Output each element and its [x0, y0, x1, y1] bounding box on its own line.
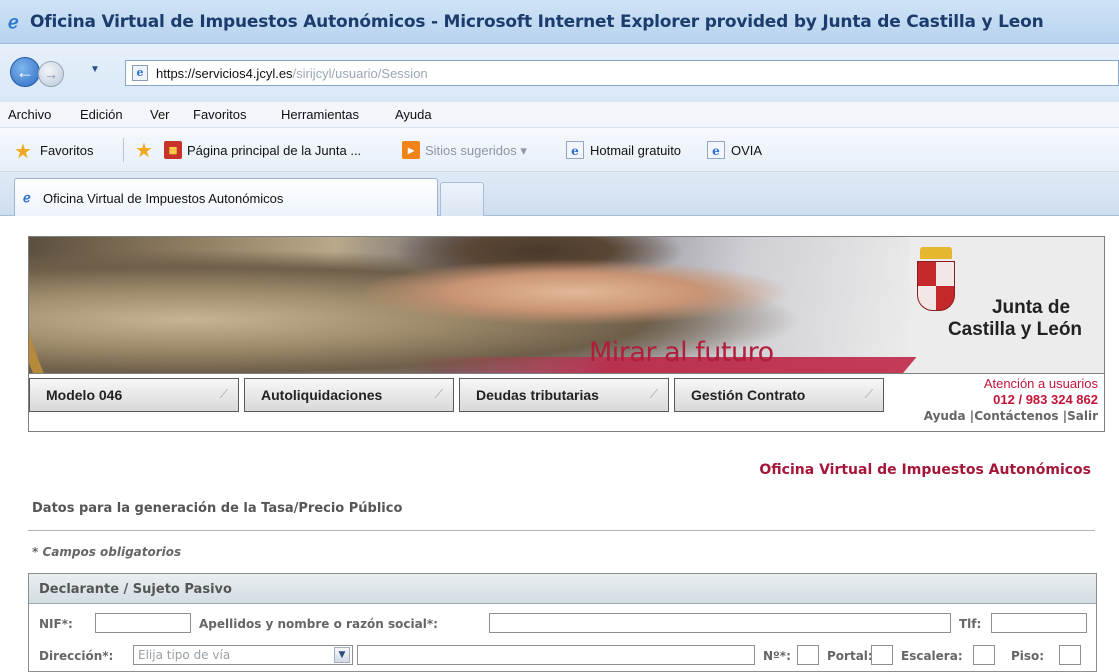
arrow-icon: ⟋ — [434, 387, 443, 401]
declarant-section: Declarante / Sujeto Pasivo NIF*: Apellid… — [28, 573, 1097, 672]
number-label: Nº*: — [763, 649, 791, 663]
tab-label: Oficina Virtual de Impuestos Autonómicos — [43, 191, 284, 206]
junta-icon: ▦ — [164, 141, 182, 159]
main-nav: Modelo 046 ⟋ Autoliquidaciones ⟋ Deudas tr… — [28, 374, 1105, 432]
ie-page-icon: e — [707, 141, 725, 159]
back-button[interactable]: ← — [10, 57, 40, 87]
arrow-icon: ⟋ — [864, 387, 873, 401]
recent-pages-dropdown[interactable]: ▼ — [90, 64, 100, 75]
nif-field[interactable] — [95, 613, 191, 633]
support-info: Atención a usuarios 012 / 983 324 862 Ay… — [924, 376, 1098, 424]
suggested-sites-icon: ▸ — [402, 141, 420, 159]
ie-page-icon: e — [132, 65, 148, 81]
phone-label: Tlf: — [959, 617, 982, 631]
floor-field[interactable] — [1059, 645, 1081, 665]
menu-herramientas[interactable]: Herramientas — [281, 107, 359, 122]
crown-icon — [920, 247, 952, 259]
nav-deudas-tributarias[interactable]: Deudas tributarias ⟋ — [459, 378, 669, 412]
banner-photo — [29, 237, 909, 373]
forward-button[interactable]: → — [38, 61, 64, 87]
ie-page-icon: e — [566, 141, 584, 159]
menu-ver[interactable]: Ver — [150, 107, 170, 122]
url-text[interactable]: https://servicios4.jcyl.es/sirijcyl/usua… — [156, 66, 428, 81]
favorites-button[interactable]: Favoritos — [40, 143, 93, 158]
header-banner: Mirar al futuro Junta de Castilla y León — [28, 236, 1105, 374]
floor-label: Piso: — [1011, 649, 1045, 663]
support-title: Atención a usuarios — [983, 376, 1098, 391]
help-link[interactable]: Ayuda — [924, 409, 966, 423]
fav-hotmail[interactable]: Hotmail gratuito — [590, 143, 681, 158]
help-links: Ayuda |Contáctenos |Salir — [923, 409, 1098, 423]
menu-archivo[interactable]: Archivo — [8, 107, 51, 122]
portal-field[interactable] — [871, 645, 893, 665]
street-type-select[interactable]: Elija tipo de vía ▼ — [133, 645, 353, 665]
menu-favoritos[interactable]: Favoritos — [193, 107, 246, 122]
support-phone: 012 / 983 324 862 — [993, 392, 1098, 407]
tab-bar: ℯ Oficina Virtual de Impuestos Autonómic… — [0, 172, 1119, 216]
arrow-icon: ⟋ — [649, 387, 658, 401]
stair-field[interactable] — [973, 645, 995, 665]
fav-ovia[interactable]: OVIA — [731, 143, 762, 158]
tab-active[interactable]: ℯ Oficina Virtual de Impuestos Autonómic… — [14, 178, 438, 216]
menu-bar: Archivo Edición Ver Favoritos Herramient… — [0, 102, 1119, 128]
page-content: Mirar al futuro Junta de Castilla y León… — [0, 217, 1119, 672]
ie-page-icon: ℯ — [23, 191, 31, 206]
contact-link[interactable]: Contáctenos — [974, 409, 1058, 423]
address-bar[interactable]: e https://servicios4.jcyl.es/sirijcyl/us… — [125, 60, 1119, 86]
stair-label: Escalera: — [901, 649, 963, 663]
fav-suggested-sites[interactable]: Sitios sugeridos ▾ — [425, 143, 527, 159]
window-title-bar: ℯ Oficina Virtual de Impuestos Autonómic… — [0, 0, 1119, 44]
section-header: Declarante / Sujeto Pasivo — [29, 574, 1096, 604]
favorites-bar: ★ Favoritos ★ ▦ Página principal de la J… — [0, 128, 1119, 172]
address-label: Dirección*: — [39, 649, 114, 663]
window-title: Oficina Virtual de Impuestos Autonómicos… — [30, 12, 1044, 32]
portal-label: Portal: — [827, 649, 873, 663]
section-title: Declarante / Sujeto Pasivo — [39, 582, 232, 597]
page-subtitle: Datos para la generación de la Tasa/Prec… — [32, 501, 403, 516]
navigation-toolbar: ← → ▼ e https://servicios4.jcyl.es/sirij… — [0, 44, 1119, 102]
name-label: Apellidos y nombre o razón social*: — [199, 617, 438, 631]
ie-logo-icon: ℯ — [8, 12, 19, 33]
brand-logo[interactable]: Junta de Castilla y León — [925, 297, 1104, 341]
number-field[interactable] — [797, 645, 819, 665]
exit-link[interactable]: Salir — [1067, 409, 1098, 423]
new-tab-button[interactable] — [440, 182, 484, 216]
street-name-field[interactable] — [357, 645, 755, 665]
toolbar-separator — [123, 138, 124, 162]
phone-field[interactable] — [991, 613, 1087, 633]
fav-junta-home[interactable]: Página principal de la Junta ... — [187, 143, 361, 158]
menu-ayuda[interactable]: Ayuda — [395, 107, 432, 122]
office-title: Oficina Virtual de Impuestos Autonómicos — [759, 462, 1091, 478]
menu-edicion[interactable]: Edición — [80, 107, 123, 122]
nav-gestion-contrato[interactable]: Gestión Contrato ⟋ — [674, 378, 884, 412]
divider — [28, 530, 1095, 531]
chevron-down-icon: ▼ — [334, 647, 350, 663]
add-favorite-icon[interactable]: ★ — [135, 138, 153, 163]
banner-slogan: Mirar al futuro — [589, 337, 774, 368]
nav-modelo-046[interactable]: Modelo 046 ⟋ — [29, 378, 239, 412]
nav-autoliquidaciones[interactable]: Autoliquidaciones ⟋ — [244, 378, 454, 412]
required-note: * Campos obligatorios — [32, 545, 182, 559]
nif-label: NIF*: — [39, 617, 73, 631]
favorites-star-icon[interactable]: ★ — [14, 139, 32, 164]
arrow-icon: ⟋ — [219, 387, 228, 401]
name-field[interactable] — [489, 613, 951, 633]
